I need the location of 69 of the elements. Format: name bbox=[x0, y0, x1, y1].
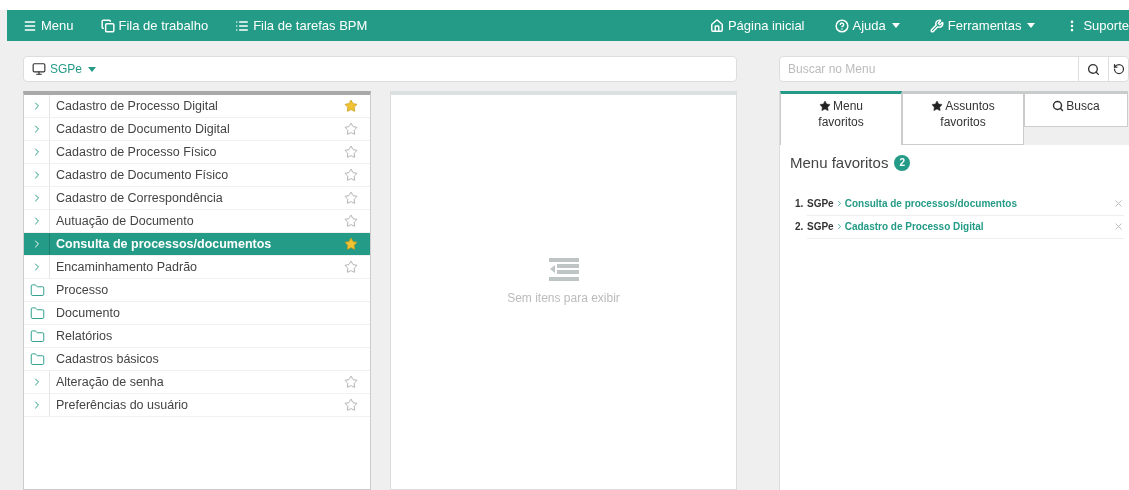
menu-item[interactable]: Cadastro de Correspondência bbox=[24, 187, 370, 210]
menu-item-label: Cadastro de Correspondência bbox=[55, 189, 224, 207]
monitor-icon bbox=[32, 62, 46, 76]
star-icon[interactable] bbox=[344, 375, 358, 389]
star-icon bbox=[819, 99, 831, 112]
empty-list-icon bbox=[548, 258, 579, 281]
menu-item[interactable]: Cadastro de Processo Digital bbox=[24, 95, 370, 118]
favorite-system: SGPe bbox=[807, 197, 834, 211]
system-dropdown[interactable]: SGPe bbox=[32, 60, 96, 78]
menu-item[interactable]: Relatórios bbox=[24, 325, 370, 348]
favorite-number: 2. bbox=[795, 220, 805, 234]
menu-item-label: Documento bbox=[55, 304, 121, 322]
count-badge: 2 bbox=[894, 155, 910, 172]
menu-item[interactable]: Alteração de senha bbox=[24, 371, 370, 394]
star-icon[interactable] bbox=[344, 99, 358, 113]
menu-item-label: Encaminhamento Padrão bbox=[55, 258, 199, 276]
star-icon[interactable] bbox=[344, 260, 358, 274]
menu-item[interactable]: Processo bbox=[24, 279, 370, 302]
menu-item-label: Preferências do usuário bbox=[55, 396, 190, 414]
tab[interactable]: Busca bbox=[1024, 91, 1128, 127]
favorite-link[interactable]: Consulta de processos/documentos bbox=[844, 196, 1113, 211]
menu-item[interactable]: Encaminhamento Padrão bbox=[24, 256, 370, 279]
search-icon bbox=[1087, 62, 1100, 76]
folder-icon bbox=[29, 328, 45, 344]
menu-item[interactable]: Cadastro de Documento Digital bbox=[24, 118, 370, 141]
menu-item-label: Cadastro de Processo Digital bbox=[55, 97, 219, 115]
menu-item-label: Cadastro de Documento Físico bbox=[55, 166, 230, 184]
menu-item-label: Relatórios bbox=[55, 327, 114, 345]
menu-item-label: Processo bbox=[55, 281, 110, 299]
menu-item[interactable]: Documento bbox=[24, 302, 370, 325]
copy-icon bbox=[100, 18, 115, 33]
favorites-title: Menu favoritos bbox=[790, 153, 889, 173]
star-icon[interactable] bbox=[344, 122, 358, 136]
menu-item-label: Cadastros básicos bbox=[55, 350, 160, 368]
tab[interactable]: Menu favoritos bbox=[780, 91, 902, 145]
star-icon[interactable] bbox=[344, 168, 358, 182]
empty-message: Sem itens para exibir bbox=[507, 290, 620, 307]
folder-icon bbox=[29, 305, 45, 321]
star-icon[interactable] bbox=[344, 237, 358, 251]
remove-icon[interactable] bbox=[1113, 221, 1124, 232]
star-icon[interactable] bbox=[344, 191, 358, 205]
wrench-icon bbox=[929, 18, 944, 33]
menu-item-label: Alteração de senha bbox=[55, 373, 165, 391]
tab[interactable]: Assuntos favoritos bbox=[902, 91, 1024, 145]
list-icon bbox=[235, 18, 250, 33]
menu-item-label: Autuação de Documento bbox=[55, 212, 195, 230]
menu-search-field[interactable]: Buscar no Menu bbox=[779, 56, 1129, 82]
folder-icon bbox=[29, 282, 45, 298]
star-icon bbox=[931, 99, 944, 112]
menu-item[interactable]: Preferências do usuário bbox=[24, 394, 370, 417]
menu-icon bbox=[23, 18, 37, 33]
star-icon[interactable] bbox=[344, 398, 358, 412]
star-icon[interactable] bbox=[344, 214, 358, 228]
favorite-system: SGPe bbox=[807, 220, 834, 234]
star-icon[interactable] bbox=[344, 145, 358, 159]
remove-icon[interactable] bbox=[1113, 198, 1124, 209]
menu-item-label: Consulta de processos/documentos bbox=[55, 235, 273, 253]
home-icon bbox=[709, 18, 724, 33]
reset-icon bbox=[1112, 63, 1125, 75]
favorite-number: 1. bbox=[795, 197, 805, 211]
search-icon bbox=[1052, 99, 1065, 112]
menu-item[interactable]: Cadastros básicos bbox=[24, 348, 370, 371]
menu-item-label: Cadastro de Processo Físico bbox=[55, 143, 218, 161]
menu-item[interactable]: Cadastro de Processo Físico bbox=[24, 141, 370, 164]
menu-item[interactable]: Cadastro de Documento Físico bbox=[24, 164, 370, 187]
menu-item-label: Cadastro de Documento Digital bbox=[55, 120, 231, 138]
folder-icon bbox=[29, 351, 45, 367]
help-icon bbox=[834, 18, 849, 33]
search-input[interactable]: Buscar no Menu bbox=[780, 60, 1078, 78]
